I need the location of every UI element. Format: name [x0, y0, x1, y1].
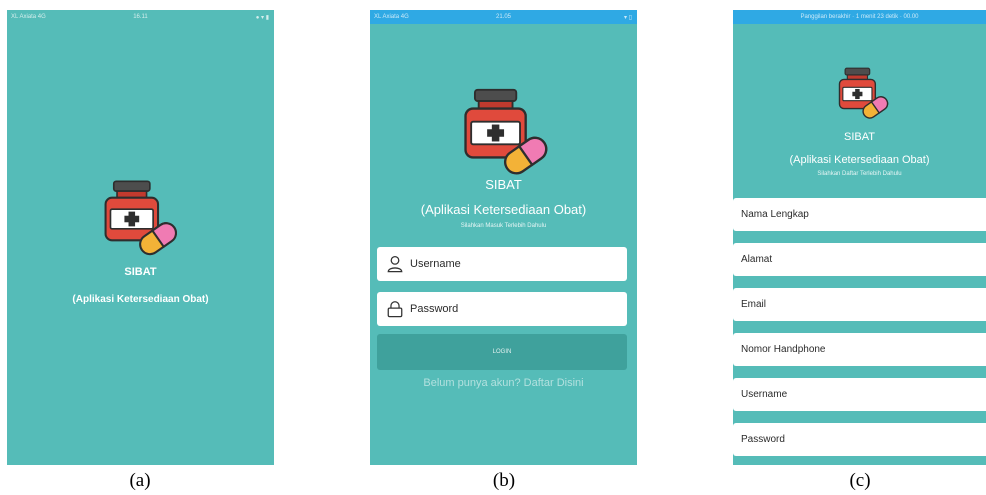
- app-subtitle: (Aplikasi Ketersediaan Obat): [789, 154, 930, 166]
- status-indicators: ▾ ▯: [624, 15, 632, 21]
- login-screen: XL Axiata 4G 21.05 ▾ ▯ SIBAT (Aplikasi K…: [370, 10, 637, 465]
- phone-placeholder: Nomor Handphone: [741, 344, 826, 355]
- lock-icon: [386, 300, 404, 318]
- phone-input[interactable]: Nomor Handphone: [733, 333, 986, 366]
- register-hint: Silahkan Daftar Terlebih Dahulu: [817, 171, 902, 177]
- username-input[interactable]: Username: [733, 378, 986, 411]
- caption-a: (a): [129, 470, 151, 491]
- register-screen: Panggilan berakhir · 1 menit 23 detik · …: [733, 10, 986, 465]
- medicine-bottle-pill-icon: [99, 178, 181, 260]
- status-bar: XL Axiata 4G 16.11 ● ▾ ▮: [7, 10, 274, 24]
- caption-c: (c): [849, 470, 871, 491]
- login-button[interactable]: LOGIN: [377, 334, 627, 370]
- app-title: SIBAT: [844, 131, 875, 143]
- address-placeholder: Alamat: [741, 254, 773, 265]
- splash-screen: XL Axiata 4G 16.11 ● ▾ ▮ SIBAT (Aplikasi…: [7, 10, 274, 465]
- app-subtitle: (Aplikasi Ketersediaan Obat): [420, 202, 587, 217]
- app-subtitle: (Aplikasi Ketersediaan Obat): [72, 294, 209, 305]
- medicine-bottle-pill-icon: [835, 66, 891, 122]
- address-input[interactable]: Alamat: [733, 243, 986, 276]
- fullname-placeholder: Nama Lengkap: [741, 209, 809, 220]
- username-placeholder: Username: [410, 258, 461, 270]
- signup-link[interactable]: Belum punya akun? Daftar Disini: [370, 377, 637, 389]
- username-placeholder: Username: [741, 389, 788, 400]
- status-indicators: ● ▾ ▮: [255, 15, 269, 21]
- status-time: 16.11: [133, 14, 148, 20]
- status-notification: Panggilan berakhir · 1 menit 23 detik · …: [800, 14, 919, 20]
- email-input[interactable]: Email: [733, 288, 986, 321]
- user-icon: [386, 255, 404, 273]
- status-bar: Panggilan berakhir · 1 menit 23 detik · …: [733, 10, 986, 24]
- password-input[interactable]: Password: [733, 423, 986, 456]
- password-placeholder: Password: [410, 303, 459, 315]
- caption-b: (b): [492, 470, 516, 491]
- status-time: 21.05: [495, 14, 511, 20]
- status-bar: XL Axiata 4G 21.05 ▾ ▯: [370, 10, 637, 24]
- username-input[interactable]: Username: [377, 247, 627, 281]
- fullname-input[interactable]: Nama Lengkap: [733, 198, 986, 231]
- password-placeholder: Password: [741, 434, 785, 445]
- email-placeholder: Email: [741, 299, 767, 310]
- login-hint: Silahkan Masuk Terlebih Dahulu: [460, 223, 547, 229]
- medicine-bottle-pill-icon: [458, 86, 552, 180]
- password-input[interactable]: Password: [377, 292, 627, 326]
- app-title: SIBAT: [124, 266, 157, 278]
- app-title: SIBAT: [485, 177, 522, 192]
